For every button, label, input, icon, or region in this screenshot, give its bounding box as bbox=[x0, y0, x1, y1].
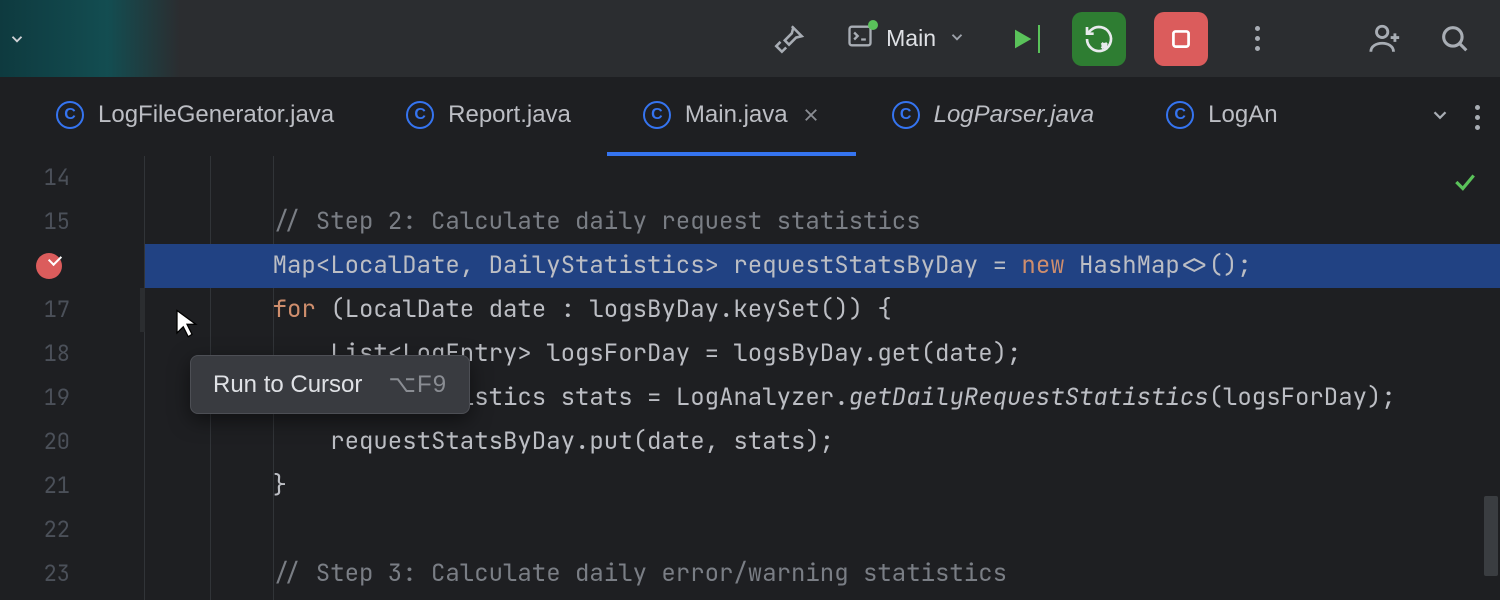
tab-logfilegenerator[interactable]: C LogFileGenerator.java bbox=[20, 78, 370, 156]
kebab-icon bbox=[1475, 105, 1480, 130]
run-button[interactable] bbox=[1002, 18, 1044, 60]
tooltip-run-to-cursor: Run to Cursor ⌥F9 bbox=[190, 355, 470, 414]
tab-label: LogFileGenerator.java bbox=[98, 101, 334, 129]
java-class-icon: C bbox=[643, 101, 671, 129]
editor-tabs: C LogFileGenerator.java C Report.java C … bbox=[0, 78, 1500, 156]
project-panel-toggle[interactable] bbox=[0, 0, 180, 77]
java-class-icon: C bbox=[406, 101, 434, 129]
code-line: requestStatsByDay.put(date, stats); bbox=[145, 420, 1500, 464]
code-line: // Step 2: Calculate daily request stati… bbox=[145, 200, 1500, 244]
chevron-down-icon bbox=[8, 30, 26, 48]
search-everywhere-button[interactable] bbox=[1434, 18, 1476, 60]
terminal-icon bbox=[846, 22, 874, 56]
kebab-icon bbox=[1255, 26, 1260, 51]
toolbar-actions: Main bbox=[204, 12, 1476, 66]
build-icon[interactable] bbox=[768, 18, 810, 60]
code-line-highlighted: Map<LocalDate, DailyStatistics> requestS… bbox=[145, 244, 1500, 288]
code-line: for (LocalDate date : logsByDay.keySet()… bbox=[145, 288, 1500, 332]
tab-main[interactable]: C Main.java bbox=[607, 78, 856, 156]
code-with-me-button[interactable] bbox=[1364, 18, 1406, 60]
tooltip-shortcut: ⌥F9 bbox=[388, 370, 447, 399]
show-tabs-dropdown[interactable] bbox=[1429, 104, 1451, 131]
tab-list-actions bbox=[1429, 78, 1500, 156]
tab-label: Report.java bbox=[448, 101, 571, 129]
stop-button[interactable] bbox=[1154, 12, 1208, 66]
tooltip-text: Run to Cursor bbox=[213, 371, 362, 399]
tab-label: LogAn bbox=[1208, 101, 1277, 129]
main-toolbar: Main bbox=[0, 0, 1500, 78]
chevron-down-icon bbox=[948, 25, 966, 52]
more-actions-button[interactable] bbox=[1236, 18, 1278, 60]
tab-logparser[interactable]: C LogParser.java bbox=[856, 78, 1131, 156]
code-line bbox=[145, 508, 1500, 552]
java-class-icon: C bbox=[1166, 101, 1194, 129]
code-line: // Step 3: Calculate daily error/warning… bbox=[145, 552, 1500, 596]
tab-logan[interactable]: C LogAn bbox=[1130, 78, 1313, 156]
run-config-label: Main bbox=[886, 25, 936, 52]
tab-options-button[interactable] bbox=[1475, 105, 1480, 130]
debug-rerun-button[interactable] bbox=[1072, 12, 1126, 66]
java-class-icon: C bbox=[56, 101, 84, 129]
editor-gutter[interactable]: 14 15 17 18 19 20 21 22 23 bbox=[0, 156, 145, 600]
breakpoint-icon[interactable] bbox=[36, 253, 62, 279]
run-configuration-selector[interactable]: Main bbox=[838, 16, 974, 62]
tab-label: LogParser.java bbox=[934, 101, 1095, 129]
code-line: } bbox=[145, 464, 1500, 508]
code-line bbox=[145, 156, 1500, 200]
tab-label: Main.java bbox=[685, 101, 788, 129]
java-class-icon: C bbox=[892, 101, 920, 129]
close-icon[interactable] bbox=[802, 106, 820, 124]
tab-report[interactable]: C Report.java bbox=[370, 78, 607, 156]
line-numbers: 14 15 17 18 19 20 21 22 23 bbox=[0, 156, 88, 596]
